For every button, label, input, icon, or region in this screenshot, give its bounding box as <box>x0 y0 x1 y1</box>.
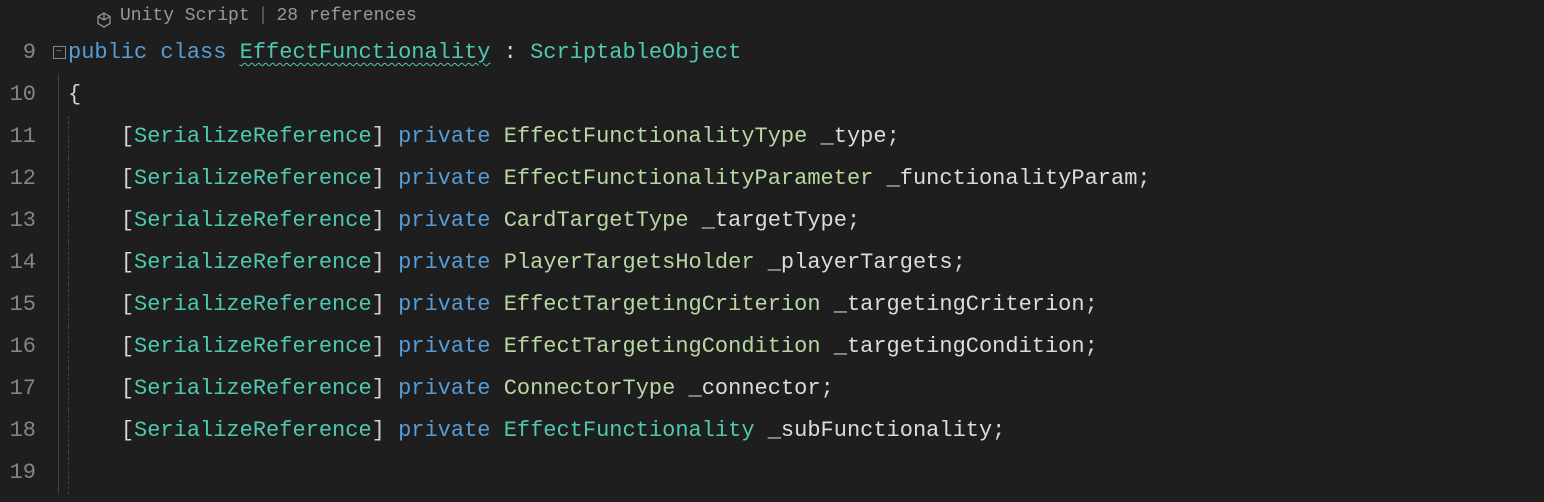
code-line[interactable]: [SerializeReference] private EffectFunct… <box>68 410 1544 452</box>
line-number: 18 <box>0 410 36 452</box>
type: EffectTargetingCondition <box>504 334 821 359</box>
keyword-private: private <box>398 418 490 443</box>
type: EffectTargetingCriterion <box>504 292 821 317</box>
type: PlayerTargetsHolder <box>504 250 755 275</box>
line-number: 15 <box>0 284 36 326</box>
line-number: 9 <box>0 32 36 74</box>
keyword-private: private <box>398 334 490 359</box>
field-name: _functionalityParam <box>887 166 1138 191</box>
keyword-class: class <box>160 40 226 65</box>
line-number: 16 <box>0 326 36 368</box>
field-name: _targetType <box>702 208 847 233</box>
keyword-private: private <box>398 166 490 191</box>
code-editor: 9 10 11 12 13 14 15 16 17 18 19 − <box>0 0 1544 502</box>
keyword-private: private <box>398 250 490 275</box>
keyword-public: public <box>68 40 147 65</box>
code-line[interactable]: { <box>68 74 1544 116</box>
base-class: ScriptableObject <box>530 40 741 65</box>
line-number-gutter: 9 10 11 12 13 14 15 16 17 18 19 <box>0 0 48 502</box>
type: EffectFunctionalityParameter <box>504 166 874 191</box>
code-line[interactable]: [SerializeReference] private PlayerTarge… <box>68 242 1544 284</box>
attribute: SerializeReference <box>134 334 372 359</box>
attribute: SerializeReference <box>134 418 372 443</box>
code-line[interactable]: [SerializeReference] private EffectTarge… <box>68 326 1544 368</box>
field-name: _targetingCondition <box>834 334 1085 359</box>
open-brace: { <box>68 82 81 107</box>
unity-icon <box>96 8 112 24</box>
attribute: SerializeReference <box>134 250 372 275</box>
code-line[interactable]: [SerializeReference] private CardTargetT… <box>68 200 1544 242</box>
type: EffectFunctionality <box>504 418 755 443</box>
code-line[interactable]: [SerializeReference] private EffectFunct… <box>68 116 1544 158</box>
line-number: 12 <box>0 158 36 200</box>
class-name: EffectFunctionality <box>240 40 491 65</box>
attribute: SerializeReference <box>134 124 372 149</box>
attribute: SerializeReference <box>134 376 372 401</box>
keyword-private: private <box>398 376 490 401</box>
keyword-private: private <box>398 292 490 317</box>
line-number: 13 <box>0 200 36 242</box>
line-number: 10 <box>0 74 36 116</box>
codelens-unity-script[interactable]: Unity Script <box>120 0 250 32</box>
field-name: _targetingCriterion <box>834 292 1085 317</box>
type: EffectFunctionalityType <box>504 124 808 149</box>
field-name: _playerTargets <box>768 250 953 275</box>
code-line[interactable] <box>68 452 1544 494</box>
code-area[interactable]: Unity Script | 28 references public clas… <box>68 0 1544 502</box>
attribute: SerializeReference <box>134 166 372 191</box>
codelens-references[interactable]: 28 references <box>276 0 416 32</box>
line-number: 14 <box>0 242 36 284</box>
keyword-private: private <box>398 124 490 149</box>
code-line[interactable]: public class EffectFunctionality : Scrip… <box>68 32 1544 74</box>
line-number: 11 <box>0 116 36 158</box>
line-number: 19 <box>0 452 36 494</box>
field-name: _type <box>821 124 887 149</box>
field-name: _connector <box>689 376 821 401</box>
code-line[interactable]: [SerializeReference] private EffectTarge… <box>68 284 1544 326</box>
code-line[interactable]: [SerializeReference] private ConnectorTy… <box>68 368 1544 410</box>
keyword-private: private <box>398 208 490 233</box>
fold-toggle-icon[interactable]: − <box>53 46 66 59</box>
type: ConnectorType <box>504 376 676 401</box>
codelens[interactable]: Unity Script | 28 references <box>68 0 1544 32</box>
type: CardTargetType <box>504 208 689 233</box>
colon: : <box>490 40 530 65</box>
fold-gutter: − <box>48 0 68 502</box>
field-name: _subFunctionality <box>768 418 992 443</box>
codelens-separator: | <box>258 0 269 32</box>
code-line[interactable]: [SerializeReference] private EffectFunct… <box>68 158 1544 200</box>
line-number: 17 <box>0 368 36 410</box>
attribute: SerializeReference <box>134 292 372 317</box>
attribute: SerializeReference <box>134 208 372 233</box>
